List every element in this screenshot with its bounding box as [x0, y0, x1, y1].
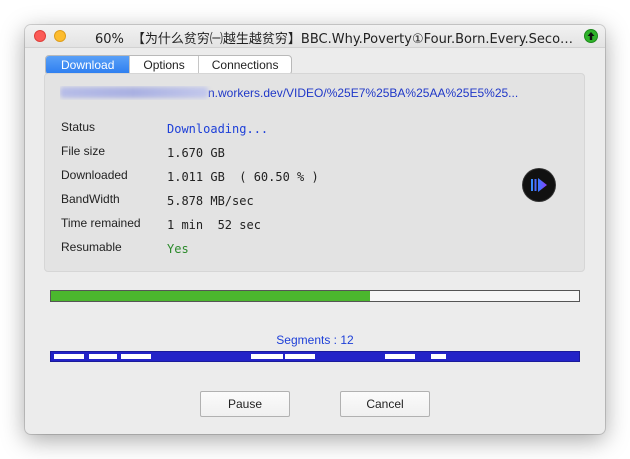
segments-bar [50, 351, 580, 362]
time-remained-label: Time remained [61, 216, 141, 230]
bandwidth-label: BandWidth [61, 192, 120, 206]
download-url[interactable]: n.workers.dev/VIDEO/%25E7%25BA%25AA%25E5… [60, 86, 570, 100]
resumable-label: Resumable [61, 240, 122, 254]
arrow-up-icon[interactable] [584, 29, 598, 43]
resumable-value: Yes [167, 242, 189, 256]
downloaded-value: 1.011 GB ( 60.50 % ) [167, 170, 319, 184]
bandwidth-value: 5.878 MB/sec [167, 194, 254, 208]
segment-remaining [54, 354, 84, 359]
minimize-button[interactable] [54, 30, 66, 42]
segments-label: Segments : 12 [276, 333, 354, 347]
download-url-text: n.workers.dev/VIDEO/%25E7%25BA%25AA%25E5… [208, 86, 519, 100]
download-progress-bar [50, 290, 580, 302]
segment-remaining [121, 354, 151, 359]
window-title: 60% 【为什么贫穷㈠越生越贫穷】BBC.Why.Poverty①Four.Bor… [95, 28, 575, 47]
download-info-panel: n.workers.dev/VIDEO/%25E7%25BA%25AA%25E5… [44, 73, 585, 272]
file-size-value: 1.670 GB [167, 146, 225, 160]
segment-remaining [251, 354, 283, 359]
tab-connections[interactable]: Connections [197, 56, 292, 74]
tab-bar: Download Options Connections [45, 55, 293, 75]
segment-remaining [89, 354, 117, 359]
pause-button[interactable]: Pause [200, 391, 290, 417]
title-bar[interactable]: 60% 【为什么贫穷㈠越生越贫穷】BBC.Why.Poverty①Four.Bor… [25, 25, 605, 48]
tab-options[interactable]: Options [129, 56, 197, 74]
tab-download[interactable]: Download [46, 56, 130, 74]
status-value: Downloading... [167, 122, 269, 136]
title-percent: 60% [95, 32, 124, 47]
time-remained-value: 1 min 52 sec [167, 218, 261, 232]
progress-fill [51, 291, 371, 301]
cancel-button[interactable]: Cancel [340, 391, 430, 417]
segment-remaining [385, 354, 415, 359]
status-label: Status [61, 120, 96, 134]
redacted-url-prefix [60, 87, 208, 98]
segment-remaining [285, 354, 315, 359]
download-window: 60% 【为什么贫穷㈠越生越贫穷】BBC.Why.Poverty①Four.Bor… [25, 25, 605, 434]
play-media-icon[interactable] [523, 169, 555, 201]
close-button[interactable] [34, 30, 46, 42]
file-size-label: File size [61, 144, 106, 158]
segment-remaining [431, 354, 446, 359]
title-filename: 【为什么贫穷㈠越生越贫穷】BBC.Why.Poverty①Four.Born.E… [131, 32, 575, 47]
downloaded-label: Downloaded [61, 168, 128, 182]
